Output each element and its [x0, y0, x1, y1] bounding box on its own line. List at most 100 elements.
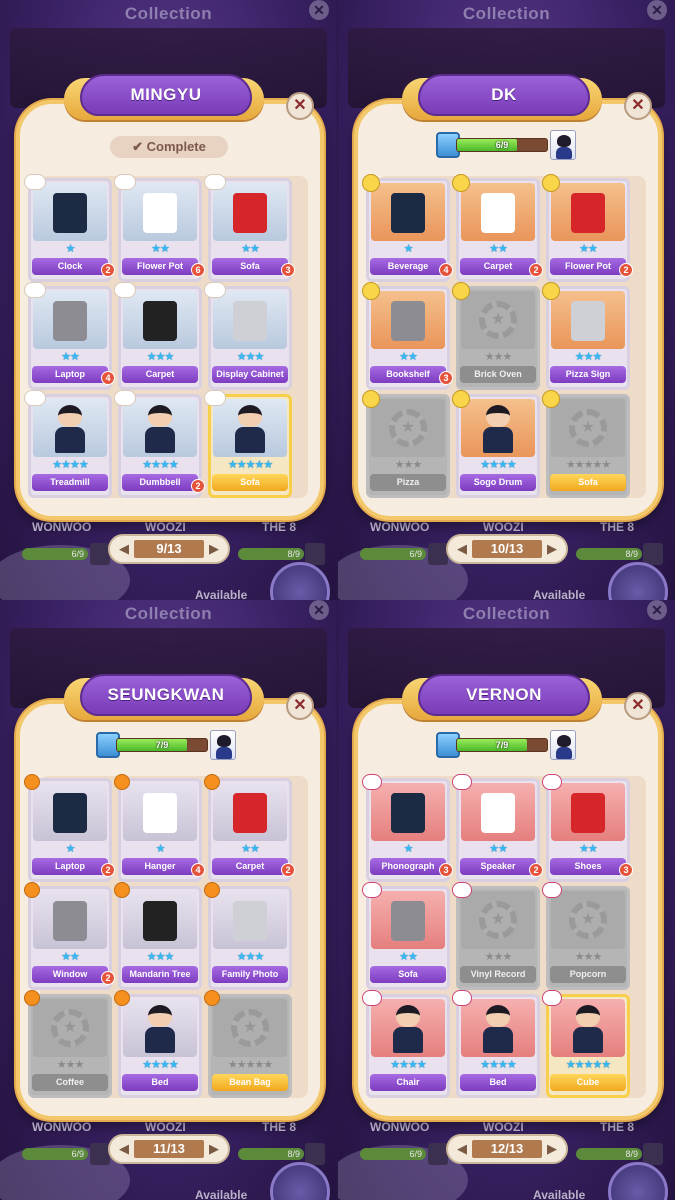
bubble-decoration [608, 562, 668, 600]
item-card[interactable]: ★★★★ Bed [452, 990, 540, 1098]
item-label: Clock [32, 258, 108, 275]
item-card[interactable]: ★★★★★ Bean Bag [204, 990, 292, 1098]
item-object-icon [233, 301, 267, 341]
close-button[interactable]: ✕ [624, 692, 652, 720]
item-card[interactable]: ★★★Brick Oven [452, 282, 540, 390]
item-card[interactable]: ★★★ Carpet [114, 282, 202, 390]
star-icon: ★ [56, 1059, 67, 1071]
item-art [371, 399, 445, 457]
item-card[interactable]: ★★★Vinyl Record [452, 882, 540, 990]
item-card[interactable]: ★★★★★ Sofa [542, 390, 630, 498]
item-card[interactable]: ★★★ Display Cabinet [204, 282, 292, 390]
prev-page-button[interactable]: ◀ [116, 541, 132, 557]
star-rating: ★★★★★ [546, 1058, 630, 1072]
item-card[interactable]: ★★ Carpet 2 [204, 774, 295, 882]
item-card[interactable]: ★★ Shoes 3 [542, 774, 633, 882]
item-card[interactable]: ★★★★★ Cube [542, 990, 630, 1098]
item-art [371, 999, 445, 1057]
next-page-button[interactable]: ▶ [206, 1141, 222, 1157]
item-card[interactable]: ★★ Carpet 2 [452, 174, 543, 282]
item-card[interactable]: ★★★Pizza [362, 390, 450, 498]
star-icon: ★ [65, 243, 76, 255]
star-rating: ★★★★ [366, 1058, 450, 1072]
item-object-icon [53, 193, 87, 233]
star-rating: ★★ [28, 950, 112, 964]
figure-head [486, 405, 510, 427]
item-card[interactable]: ★ Beverage 4 [362, 174, 453, 282]
item-card[interactable]: ★ Phonograph 3 [362, 774, 453, 882]
item-card[interactable]: ★★★Coffee [24, 990, 112, 1098]
close-button[interactable]: ✕ [624, 92, 652, 120]
cloud-icon [204, 174, 226, 190]
item-art [551, 783, 625, 841]
member-thumbnail [643, 1143, 663, 1165]
item-art [461, 783, 535, 841]
item-card[interactable]: ★★★ Mandarin Tree [114, 882, 202, 990]
star-icon: ★ [403, 243, 414, 255]
item-card[interactable]: ★★★★ Bed [114, 990, 202, 1098]
star-icon: ★ [70, 951, 80, 963]
star-rating: ★★ [208, 842, 292, 856]
next-page-button[interactable]: ▶ [544, 1141, 560, 1157]
member-figure [235, 405, 265, 453]
figure-body [483, 427, 513, 453]
star-icon: ★ [408, 1059, 418, 1071]
prev-page-button[interactable]: ◀ [454, 541, 470, 557]
item-card[interactable]: ★ Hanger 4 [114, 774, 205, 882]
item-label: Sofa [212, 258, 288, 275]
item-card[interactable]: ★★ Sofa [362, 882, 450, 990]
item-label: Brick Oven [460, 366, 536, 383]
item-card[interactable]: ★★★ Family Photo [204, 882, 292, 990]
item-card[interactable]: ★★ Window 2 [24, 882, 115, 990]
item-card[interactable]: ★ Clock 2 [24, 174, 115, 282]
star-rating: ★ [118, 842, 202, 856]
star-icon: ★ [574, 1059, 585, 1071]
member-thumbnail [428, 1143, 448, 1165]
star-icon: ★ [254, 951, 264, 963]
star-icon: ★ [390, 1059, 400, 1071]
item-card[interactable]: ★★ Bookshelf 3 [362, 282, 453, 390]
item-card[interactable]: ★★★Popcorn [542, 882, 630, 990]
star-icon: ★ [155, 843, 166, 855]
item-object-icon [143, 301, 177, 341]
star-icon: ★ [579, 243, 589, 255]
star-icon: ★ [480, 459, 490, 471]
item-art [213, 783, 287, 841]
star-icon: ★ [241, 843, 251, 855]
item-card[interactable]: ★★ Flower Pot 6 [114, 174, 205, 282]
prev-page-button[interactable]: ◀ [454, 1141, 470, 1157]
member-name: WOOZI [145, 520, 186, 534]
star-icon: ★ [142, 459, 152, 471]
item-card[interactable]: ★★★★ Treadmill [24, 390, 112, 498]
star-icon: ★ [151, 1059, 161, 1071]
item-label: Flower Pot [122, 258, 198, 275]
figure-head [576, 1005, 600, 1027]
next-page-button[interactable]: ▶ [544, 541, 560, 557]
item-card[interactable]: ★★★ Pizza Sign [542, 282, 630, 390]
item-card[interactable]: ★★ Laptop 4 [24, 282, 115, 390]
count-badge: 3 [439, 371, 453, 385]
item-card[interactable]: ★★ Speaker 2 [452, 774, 543, 882]
item-card[interactable]: ★ Laptop 2 [24, 774, 115, 882]
close-button[interactable]: ✕ [286, 692, 314, 720]
star-rating: ★★★ [366, 458, 450, 472]
bubble-decoration [270, 1162, 330, 1200]
item-card[interactable]: ★★ Sofa 3 [204, 174, 295, 282]
member-thumbnail [643, 543, 663, 565]
item-object-icon [233, 901, 267, 941]
item-card[interactable]: ★★★★ Sogo Drum [452, 390, 540, 498]
close-button[interactable]: ✕ [286, 92, 314, 120]
prev-page-button[interactable]: ◀ [116, 1141, 132, 1157]
star-icon: ★ [254, 1059, 264, 1071]
star-icon: ★ [151, 243, 161, 255]
next-page-button[interactable]: ▶ [206, 541, 222, 557]
cloud-icon [24, 174, 46, 190]
page-counter: 12/13 [472, 1140, 542, 1158]
star-icon: ★ [52, 459, 62, 471]
member-avatar [210, 730, 236, 760]
item-card[interactable]: ★★ Flower Pot 2 [542, 174, 633, 282]
item-card[interactable]: ★★★★★ Sofa [204, 390, 292, 498]
item-card[interactable]: ★★★★ Dumbbell 2 [114, 390, 205, 498]
star-rating: ★★★★★ [546, 458, 630, 472]
item-card[interactable]: ★★★★ Chair [362, 990, 450, 1098]
